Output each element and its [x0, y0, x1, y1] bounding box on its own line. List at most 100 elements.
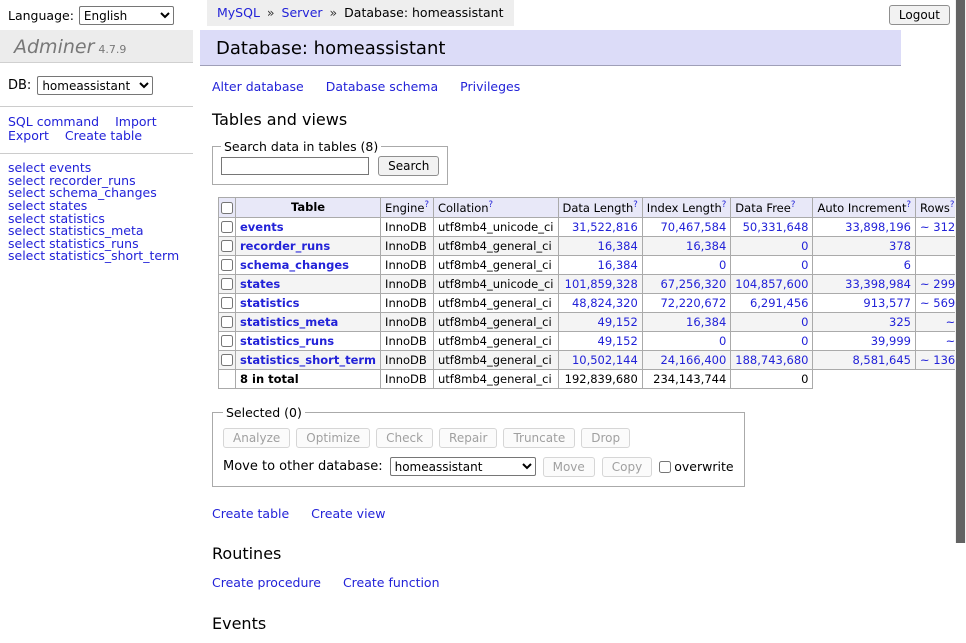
analyze-button[interactable]: Analyze: [223, 428, 290, 448]
search-button[interactable]: Search: [378, 156, 439, 176]
move-button[interactable]: Move: [543, 457, 595, 477]
table-name-link[interactable]: statistics_runs: [240, 334, 334, 348]
database-action-link[interactable]: Privileges: [460, 79, 520, 94]
create-link[interactable]: Create table: [212, 506, 289, 521]
collation-cell: utf8mb4_general_ci: [433, 255, 558, 274]
table-name-link[interactable]: statistics_short_term: [240, 353, 376, 367]
sidebar-action-link[interactable]: Export: [8, 129, 49, 142]
help-link[interactable]: ?: [722, 200, 727, 210]
database-action-link[interactable]: Alter database: [212, 79, 304, 94]
row-checkbox[interactable]: [221, 240, 233, 252]
collation-cell: utf8mb4_general_ci: [433, 236, 558, 255]
data_length-cell: 48,824,320: [558, 293, 642, 312]
routines-links: Create procedure Create function: [212, 575, 901, 590]
overwrite-checkbox[interactable]: [659, 461, 671, 473]
sidebar-divider: [0, 106, 193, 107]
breadcrumb-server-link[interactable]: Server: [282, 5, 323, 20]
tables-section-title: Tables and views: [212, 110, 901, 129]
row-checkbox[interactable]: [221, 278, 233, 290]
breadcrumb-separator: »: [267, 5, 275, 20]
scrollbar-thumb[interactable]: [956, 0, 965, 543]
column-header: Index Length?: [642, 198, 731, 218]
engine-cell: InnoDB: [381, 369, 434, 388]
truncate-button[interactable]: Truncate: [503, 428, 575, 448]
data_free-cell: 0: [731, 312, 813, 331]
table-row: statistics_runsInnoDButf8mb4_general_ci4…: [219, 331, 966, 350]
routine-create-link[interactable]: Create function: [343, 575, 440, 590]
create-links: Create table Create view: [212, 506, 901, 521]
data_free-cell: 0: [731, 331, 813, 350]
data_length-cell: 16,384: [558, 236, 642, 255]
sidebar-select-link[interactable]: select statistics_short_term: [8, 250, 185, 263]
help-link[interactable]: ?: [424, 200, 429, 210]
engine-cell: InnoDB: [381, 274, 434, 293]
data_free-cell: 0: [731, 255, 813, 274]
sidebar-action-link[interactable]: Import: [115, 115, 157, 128]
row-checkbox[interactable]: [221, 335, 233, 347]
check-button[interactable]: Check: [376, 428, 433, 448]
data_length-cell: 101,859,328: [558, 274, 642, 293]
tables-list: TableEngine?Collation?Data Length?Index …: [218, 197, 966, 389]
routine-create-link[interactable]: Create procedure: [212, 575, 321, 590]
sidebar-action-link[interactable]: SQL command: [8, 115, 99, 128]
tables-list-header: TableEngine?Collation?Data Length?Index …: [219, 198, 966, 218]
help-link[interactable]: ?: [906, 200, 911, 210]
breadcrumb-current: Database: homeassistant: [344, 5, 503, 20]
row-checkbox[interactable]: [221, 316, 233, 328]
db-label: DB:: [8, 78, 31, 93]
auto_increment-cell: 39,999: [813, 331, 916, 350]
table-row: statesInnoDButf8mb4_unicode_ci101,859,32…: [219, 274, 966, 293]
database-action-link[interactable]: Database schema: [326, 79, 438, 94]
row-checkbox[interactable]: [221, 259, 233, 271]
row-checkbox[interactable]: [221, 354, 233, 366]
table-name-link[interactable]: events: [240, 220, 284, 234]
help-link[interactable]: ?: [950, 200, 955, 210]
engine-cell: InnoDB: [381, 331, 434, 350]
table-row: schema_changesInnoDButf8mb4_general_ci16…: [219, 255, 966, 274]
page-title: Database: homeassistant: [200, 30, 901, 66]
index_length-cell: 0: [642, 255, 731, 274]
table-name-link[interactable]: states: [240, 277, 280, 291]
row-checkbox[interactable]: [221, 297, 233, 309]
adminer-logo[interactable]: Adminer: [14, 36, 94, 58]
db-select[interactable]: homeassistant: [37, 76, 153, 95]
data_free-cell: 0: [731, 369, 813, 388]
page-scrollbar[interactable]: [955, 0, 966, 543]
copy-button[interactable]: Copy: [602, 457, 652, 477]
search-input[interactable]: [221, 157, 369, 175]
adminer-version: 4.7.9: [98, 43, 126, 56]
index_length-cell: 67,256,320: [642, 274, 731, 293]
table-name-link[interactable]: statistics_meta: [240, 315, 338, 329]
auto_increment-cell: 378: [813, 236, 916, 255]
move-label: Move to other database:: [223, 459, 383, 474]
table-name-link[interactable]: recorder_runs: [240, 239, 330, 253]
auto_increment-cell: 33,398,984: [813, 274, 916, 293]
optimize-button[interactable]: Optimize: [296, 428, 370, 448]
table-name-link[interactable]: statistics: [240, 296, 300, 310]
collation-cell: utf8mb4_general_ci: [433, 350, 558, 369]
auto_increment-cell: 8,581,645: [813, 350, 916, 369]
index_length-cell: 24,166,400: [642, 350, 731, 369]
row-checkbox[interactable]: [221, 221, 233, 233]
move-database-select[interactable]: homeassistant: [390, 457, 536, 476]
table-row: statistics_metaInnoDButf8mb4_general_ci4…: [219, 312, 966, 331]
logout-button[interactable]: Logout: [889, 5, 950, 25]
create-link[interactable]: Create view: [311, 506, 385, 521]
sidebar-action-link[interactable]: Create table: [65, 129, 142, 142]
drop-button[interactable]: Drop: [581, 428, 630, 448]
select-all-checkbox[interactable]: [221, 202, 233, 214]
help-link[interactable]: ?: [633, 200, 638, 210]
language-select[interactable]: English: [79, 6, 174, 25]
table-name-link[interactable]: schema_changes: [240, 258, 349, 272]
data_free-cell: 6,291,456: [731, 293, 813, 312]
help-link[interactable]: ?: [489, 200, 494, 210]
index_length-cell: 0: [642, 331, 731, 350]
main-content: Database: homeassistant Alter database Da…: [200, 30, 901, 643]
breadcrumb-server-type-link[interactable]: MySQL: [217, 5, 260, 20]
events-section-title: Events: [212, 614, 901, 633]
repair-button[interactable]: Repair: [439, 428, 497, 448]
help-link[interactable]: ?: [791, 200, 796, 210]
engine-cell: InnoDB: [381, 312, 434, 331]
data_length-cell: 192,839,680: [558, 369, 642, 388]
data_free-cell: 104,857,600: [731, 274, 813, 293]
